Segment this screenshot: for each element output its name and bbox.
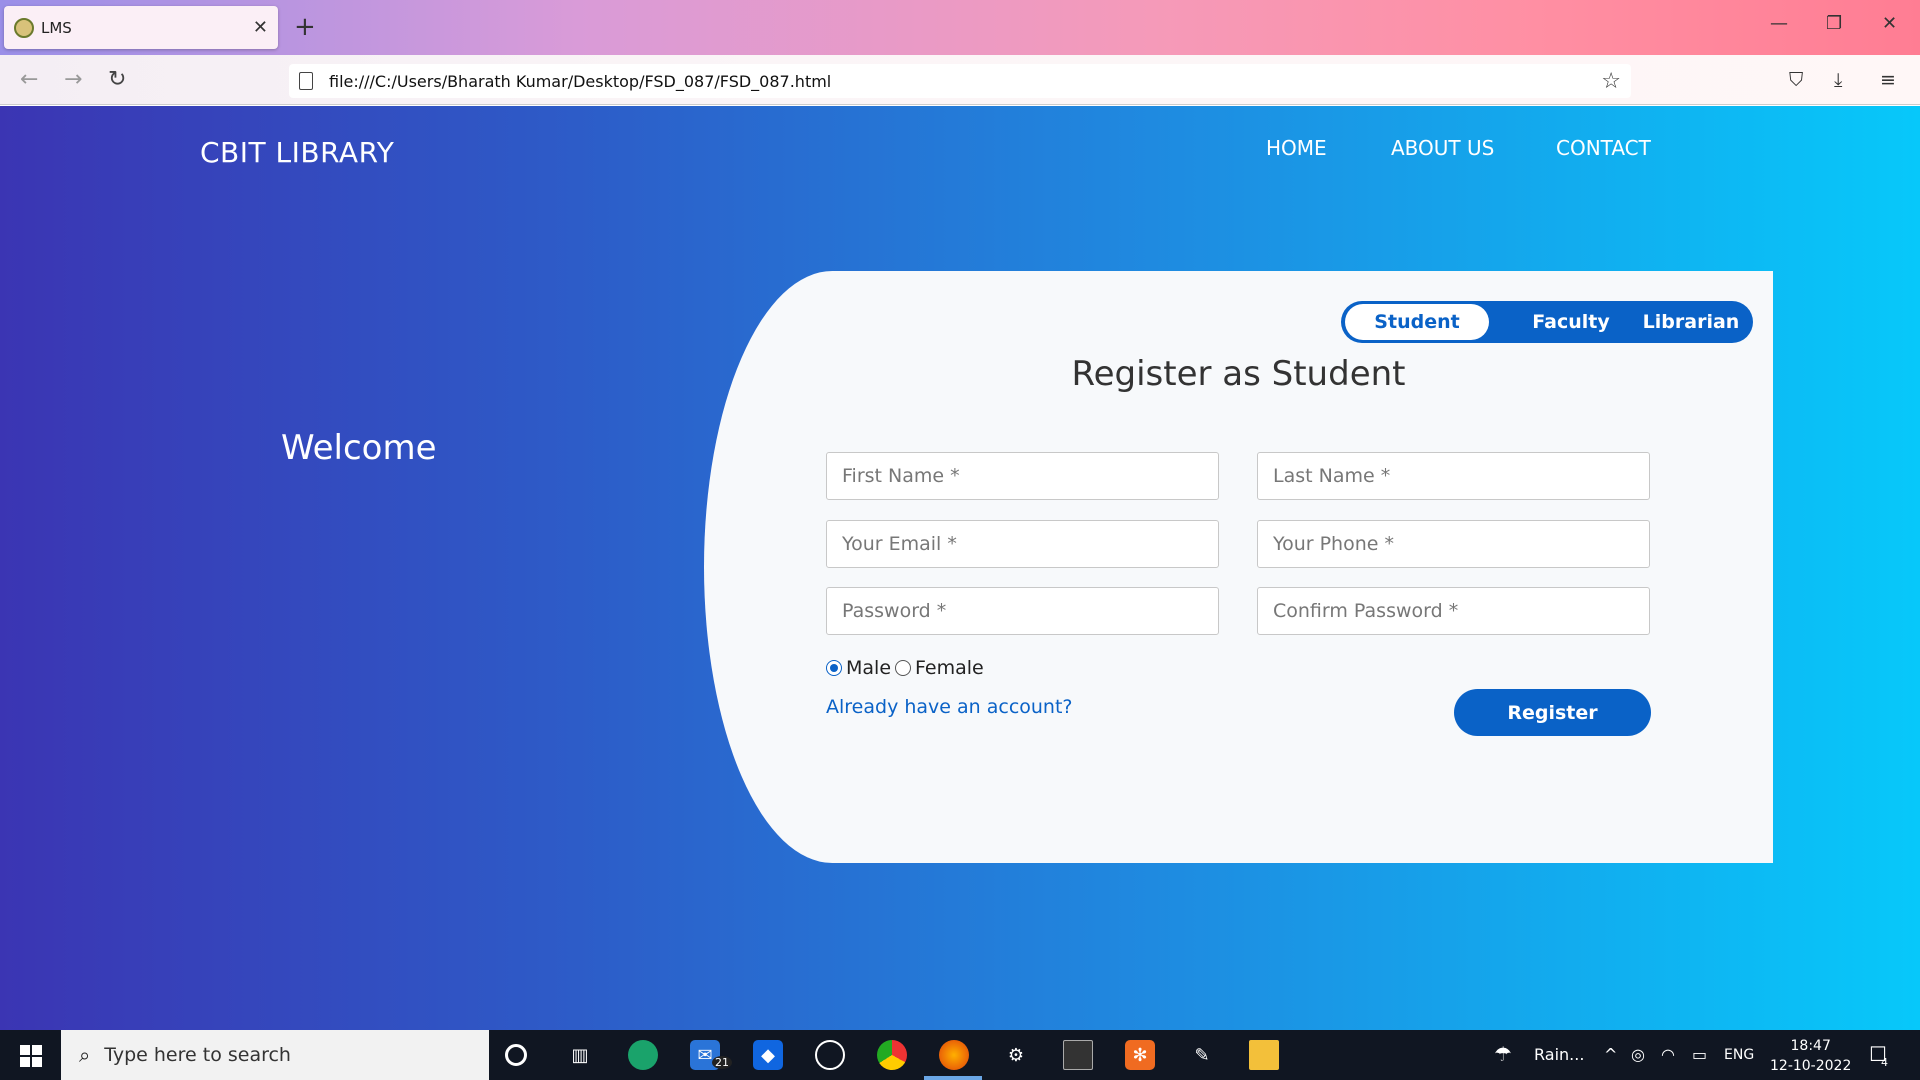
- forward-button[interactable]: →: [64, 67, 82, 92]
- cortana-icon[interactable]: [505, 1044, 527, 1066]
- github-icon[interactable]: [815, 1040, 845, 1070]
- settings-icon[interactable]: ⚙: [1001, 1040, 1031, 1070]
- register-card: Student Faculty Librarian Register as St…: [704, 271, 1773, 863]
- female-label[interactable]: Female: [915, 657, 984, 679]
- clock[interactable]: 18:47 12-10-2022: [1770, 1036, 1851, 1076]
- female-radio[interactable]: [895, 660, 912, 676]
- male-radio[interactable]: [826, 660, 842, 676]
- phone-field[interactable]: [1257, 520, 1650, 568]
- browser-tabbar: LMS ✕ + — ❐ ✕: [0, 0, 1920, 55]
- tab-title: LMS: [41, 18, 72, 37]
- close-window-button[interactable]: ✕: [1882, 13, 1897, 34]
- browser-tab[interactable]: LMS ✕: [4, 6, 278, 49]
- male-label[interactable]: Male: [846, 657, 891, 679]
- download-icon[interactable]: ⤓: [1834, 69, 1842, 91]
- favicon-icon: [14, 17, 34, 38]
- firefox-icon[interactable]: [939, 1040, 969, 1070]
- taskbar-search[interactable]: ⌕ Type here to search: [61, 1030, 489, 1080]
- language-indicator[interactable]: ENG: [1724, 1047, 1754, 1063]
- search-icon: ⌕: [79, 1043, 91, 1067]
- mail-badge: 21: [712, 1056, 732, 1069]
- browser-navbar: ← → ↻ file:///C:/Users/Bharath Kumar/Des…: [0, 55, 1920, 105]
- tab-librarian[interactable]: Librarian: [1636, 306, 1746, 338]
- page-icon: [299, 72, 313, 90]
- minimize-button[interactable]: —: [1770, 13, 1788, 34]
- reload-button[interactable]: ↻: [108, 67, 126, 92]
- pen-icon[interactable]: ✎: [1187, 1040, 1217, 1070]
- file-explorer-icon[interactable]: [1249, 1040, 1279, 1070]
- first-name-field[interactable]: [826, 452, 1219, 500]
- new-tab-button[interactable]: +: [294, 12, 316, 42]
- restore-button[interactable]: ❐: [1826, 13, 1842, 34]
- close-tab-icon[interactable]: ✕: [253, 17, 268, 38]
- register-button[interactable]: Register: [1454, 689, 1651, 736]
- weather-text[interactable]: Rain...: [1534, 1045, 1584, 1064]
- password-field[interactable]: [826, 587, 1219, 635]
- weather-icon[interactable]: ☂: [1494, 1042, 1512, 1066]
- windows-start-icon[interactable]: [20, 1045, 42, 1067]
- page-body: CBIT LIBRARY HOME ABOUT US CONTACT Welco…: [0, 106, 1920, 1030]
- chrome-icon[interactable]: [877, 1040, 907, 1070]
- nav-home[interactable]: HOME: [1266, 136, 1327, 160]
- url-bar[interactable]: file:///C:/Users/Bharath Kumar/Desktop/F…: [289, 64, 1631, 98]
- clock-date: 12-10-2022: [1770, 1058, 1852, 1074]
- wifi-icon[interactable]: ◠: [1661, 1045, 1675, 1064]
- taskbar: ⌕ Type here to search ▥ ✉ 21 ◆ ⚙ ✻ ✎ ☂ R…: [0, 1030, 1920, 1080]
- pocket-icon[interactable]: ⛉: [1789, 69, 1803, 91]
- battery-icon[interactable]: ▭: [1692, 1045, 1707, 1064]
- terminal-icon[interactable]: [1063, 1040, 1093, 1070]
- nav-about-us[interactable]: ABOUT US: [1391, 136, 1494, 160]
- tray-chevron-icon[interactable]: ^: [1604, 1045, 1617, 1064]
- tab-student[interactable]: Student: [1345, 304, 1489, 340]
- xampp-icon[interactable]: ✻: [1125, 1040, 1155, 1070]
- last-name-field[interactable]: [1257, 452, 1650, 500]
- notification-badge: 4: [1881, 1056, 1888, 1069]
- search-placeholder: Type here to search: [104, 1044, 291, 1066]
- nav-contact[interactable]: CONTACT: [1556, 136, 1651, 160]
- gender-group: Male Female: [826, 657, 984, 679]
- active-app-indicator: [924, 1076, 982, 1080]
- bookmark-star-icon[interactable]: ☆: [1601, 69, 1621, 94]
- role-toggle: Student Faculty Librarian: [1341, 301, 1753, 343]
- welcome-heading: Welcome: [281, 428, 437, 468]
- dropbox-icon[interactable]: ◆: [753, 1040, 783, 1070]
- url-text[interactable]: file:///C:/Users/Bharath Kumar/Desktop/F…: [329, 72, 1601, 91]
- clock-time: 18:47: [1790, 1038, 1831, 1054]
- task-view-icon[interactable]: ▥: [565, 1040, 595, 1070]
- edge-icon[interactable]: [628, 1040, 658, 1070]
- confirm-password-field[interactable]: [1257, 587, 1650, 635]
- site-brand[interactable]: CBIT LIBRARY: [200, 136, 394, 169]
- login-link[interactable]: Already have an account?: [826, 696, 1073, 718]
- tab-faculty[interactable]: Faculty: [1511, 306, 1631, 338]
- form-title: Register as Student: [1071, 354, 1406, 394]
- network-icon[interactable]: ◎: [1631, 1045, 1645, 1064]
- back-button[interactable]: ←: [20, 67, 38, 92]
- email-field[interactable]: [826, 520, 1219, 568]
- app-menu-icon[interactable]: ≡: [1880, 69, 1896, 91]
